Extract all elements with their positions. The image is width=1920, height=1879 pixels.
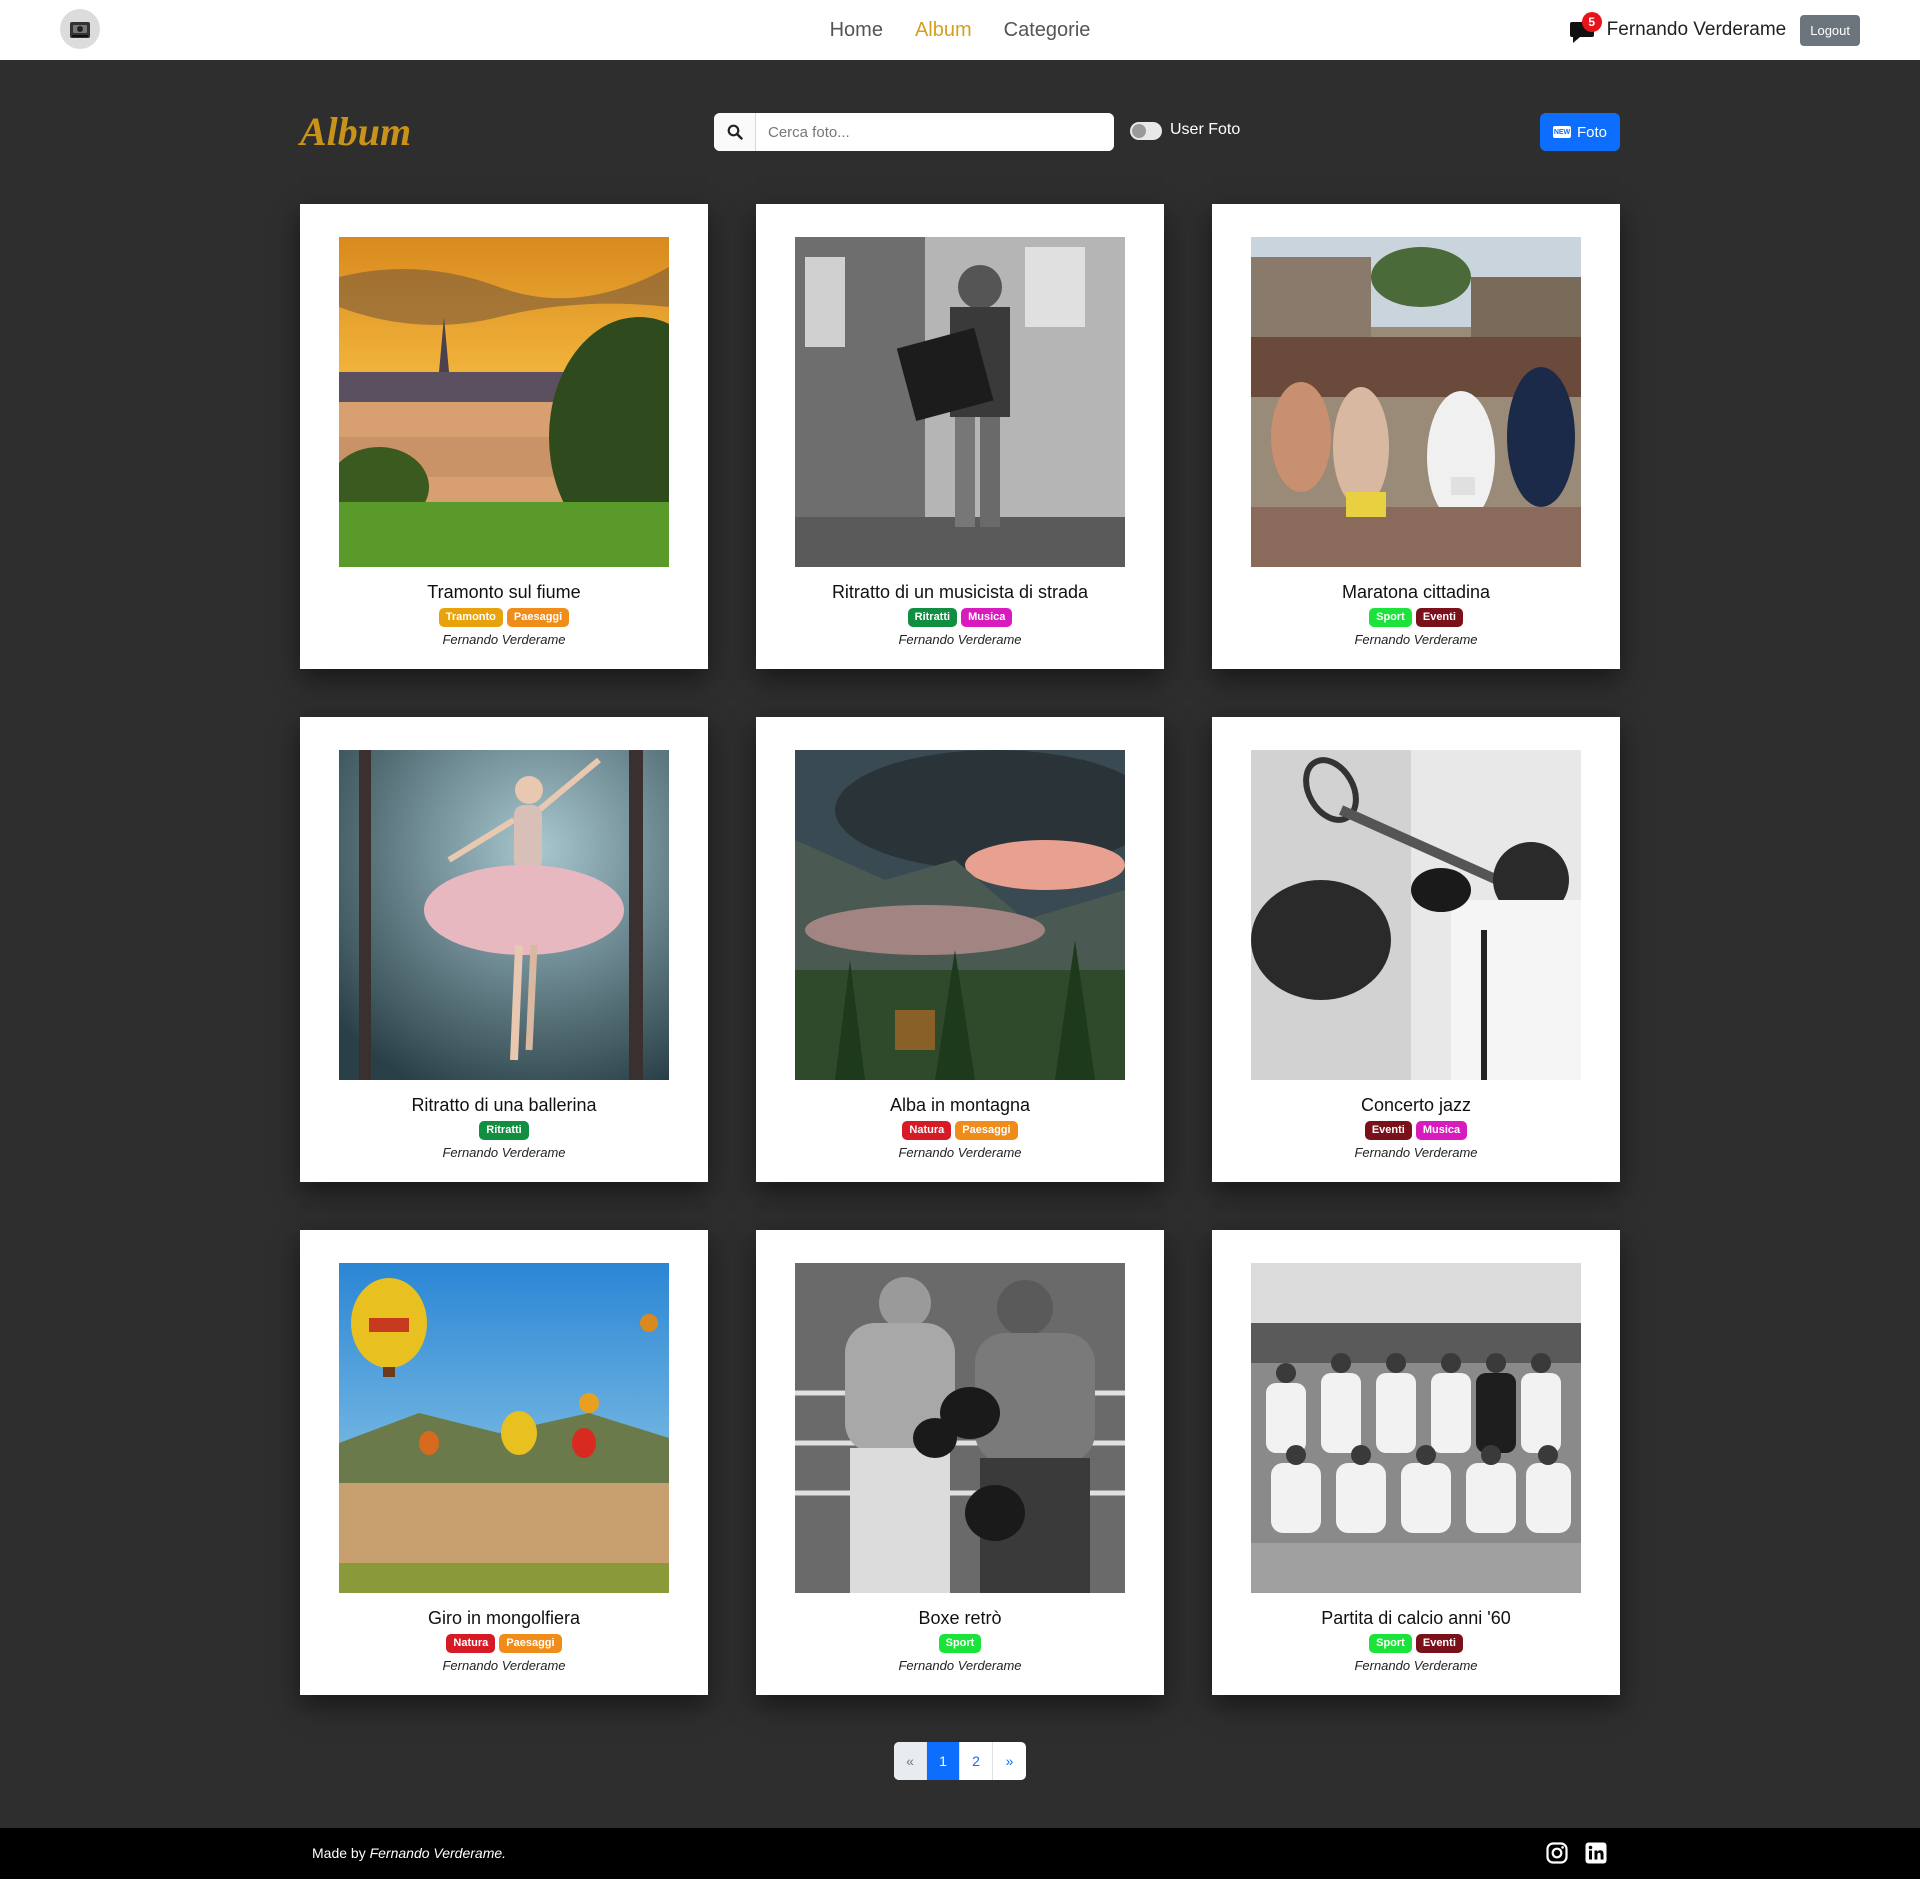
nav-categorie[interactable]: Categorie	[1004, 19, 1091, 42]
photo-title: Partita di calcio anni '60	[1321, 1608, 1511, 1628]
tag-badge[interactable]: Musica	[1415, 1121, 1468, 1140]
photo-title: Concerto jazz	[1360, 1095, 1472, 1115]
user-photo-toggle-label: User Foto	[1170, 121, 1241, 138]
photo-card[interactable]: Giro in mongolfiera Natura Paesaggi Fern…	[300, 1230, 708, 1695]
tag-badge[interactable]: Musica	[961, 608, 1013, 627]
search-input[interactable]	[756, 113, 1114, 151]
messages-button[interactable]: 5	[1567, 12, 1602, 46]
tag-badge[interactable]: Eventi	[1415, 1634, 1463, 1653]
footer: Made by Fernando Verderame.	[0, 1828, 1920, 1879]
photo-tags: Eventi Musica	[1212, 1121, 1620, 1140]
photo-author: Fernando Verderame	[1354, 1658, 1478, 1673]
photo-card[interactable]: Ritratto di una ballerina Ritratti Ferna…	[300, 717, 708, 1182]
user-name: Fernando Verderame	[1606, 19, 1787, 40]
photo-card[interactable]: Alba in montagna Natura Paesaggi Fernand…	[756, 717, 1164, 1182]
tag-badge[interactable]: Natura	[902, 1121, 952, 1140]
photo-tags: Ritratti	[300, 1121, 708, 1140]
photo-author: Fernando Verderame	[1354, 1145, 1478, 1160]
page-title: Album	[300, 109, 412, 154]
photo-card[interactable]: Ritratto di un musicista di strada Ritra…	[756, 204, 1164, 669]
brand-logo[interactable]	[60, 9, 100, 49]
user-photo-toggle[interactable]	[1130, 122, 1162, 140]
pagination-page-2[interactable]: 2	[960, 1742, 993, 1780]
toggle-knob	[1132, 124, 1146, 138]
tag-badge[interactable]: Eventi	[1364, 1121, 1412, 1140]
tag-badge[interactable]: Paesaggi	[499, 1634, 562, 1653]
photo-marathon[interactable]	[1251, 237, 1581, 567]
nav-album[interactable]: Album	[915, 19, 972, 42]
logout-button[interactable]: Logout	[1800, 14, 1860, 46]
photo-football-team[interactable]	[1251, 1263, 1581, 1593]
photo-tags: Sport	[756, 1634, 1164, 1653]
search-icon[interactable]	[714, 113, 756, 151]
footer-made-by: Made by	[312, 1845, 366, 1861]
add-photo-label: Foto	[1576, 123, 1607, 141]
new-icon: NEW	[1552, 126, 1571, 138]
instagram-icon[interactable]	[1545, 1841, 1569, 1865]
photo-balloons[interactable]	[339, 1263, 669, 1593]
tag-badge[interactable]: Ritratti	[479, 1121, 529, 1140]
photo-card[interactable]: Concerto jazz Eventi Musica Fernando Ver…	[1212, 717, 1620, 1182]
photo-title: Alba in montagna	[889, 1095, 1031, 1115]
messages-count-badge: 5	[1581, 12, 1602, 32]
photo-title: Giro in mongolfiera	[427, 1608, 581, 1628]
photo-title: Maratona cittadina	[1341, 582, 1491, 602]
photo-title: Boxe retrò	[918, 1608, 1002, 1628]
photo-sunset-river[interactable]	[339, 237, 669, 567]
photo-card[interactable]: Tramonto sul fiume Tramonto Paesaggi Fer…	[300, 204, 708, 669]
footer-author: Fernando Verderame.	[369, 1845, 507, 1861]
photo-author: Fernando Verderame	[442, 632, 566, 647]
photo-author: Fernando Verderame	[898, 1145, 1022, 1160]
linkedin-icon[interactable]	[1584, 1841, 1608, 1865]
tag-badge[interactable]: Natura	[446, 1634, 496, 1653]
photo-mountain-dawn[interactable]	[795, 750, 1125, 1080]
tag-badge[interactable]: Eventi	[1415, 608, 1463, 627]
photo-title: Tramonto sul fiume	[427, 582, 581, 602]
photo-tags: Sport Eventi	[1212, 608, 1620, 627]
photo-tags: Sport Eventi	[1212, 1634, 1620, 1653]
tag-badge[interactable]: Sport	[938, 1634, 982, 1653]
photo-ballerina[interactable]	[339, 750, 669, 1080]
photo-title: Ritratto di una ballerina	[411, 1095, 597, 1115]
photo-card[interactable]: Partita di calcio anni '60 Sport Eventi …	[1212, 1230, 1620, 1695]
photo-card[interactable]: Maratona cittadina Sport Eventi Fernando…	[1212, 204, 1620, 669]
photo-tags: Ritratti Musica	[756, 608, 1164, 627]
pagination-next[interactable]: »	[993, 1742, 1026, 1780]
photo-author: Fernando Verderame	[442, 1658, 566, 1673]
pagination: « 1 2 »	[894, 1742, 1026, 1780]
tag-badge[interactable]: Sport	[1369, 1634, 1412, 1653]
photo-author: Fernando Verderame	[898, 1658, 1022, 1673]
photo-grid: Tramonto sul fiume Tramonto Paesaggi Fer…	[300, 204, 1620, 1695]
gramophone-icon	[70, 22, 90, 38]
navbar: Home Album Categorie 5 Fernando Verderam…	[0, 0, 1920, 60]
photo-title: Ritratto di un musicista di strada	[831, 582, 1089, 602]
nav-home[interactable]: Home	[830, 19, 883, 42]
photo-boxing[interactable]	[795, 1263, 1125, 1593]
user-area: 5 Fernando Verderame Logout	[1567, 12, 1860, 46]
photo-author: Fernando Verderame	[442, 1145, 566, 1160]
tag-badge[interactable]: Tramonto	[438, 608, 503, 627]
add-photo-button[interactable]: NEW Foto	[1540, 113, 1620, 151]
photo-street-musician[interactable]	[795, 237, 1125, 567]
photo-author: Fernando Verderame	[1354, 632, 1478, 647]
tag-badge[interactable]: Paesaggi	[955, 1121, 1018, 1140]
photo-jazz-trumpet[interactable]	[1251, 750, 1581, 1080]
tag-badge[interactable]: Ritratti	[907, 608, 958, 627]
photo-author: Fernando Verderame	[898, 632, 1022, 647]
search-bar	[714, 113, 1114, 151]
photo-tags: Tramonto Paesaggi	[300, 608, 708, 627]
photo-tags: Natura Paesaggi	[300, 1634, 708, 1653]
pagination-prev[interactable]: «	[894, 1742, 927, 1780]
tag-badge[interactable]: Paesaggi	[506, 608, 570, 627]
footer-credit: Made by Fernando Verderame.	[312, 1845, 506, 1861]
pagination-page-1[interactable]: 1	[927, 1742, 960, 1780]
photo-tags: Natura Paesaggi	[756, 1121, 1164, 1140]
photo-card[interactable]: Boxe retrò Sport Fernando Verderame	[756, 1230, 1164, 1695]
tag-badge[interactable]: Sport	[1369, 608, 1412, 627]
